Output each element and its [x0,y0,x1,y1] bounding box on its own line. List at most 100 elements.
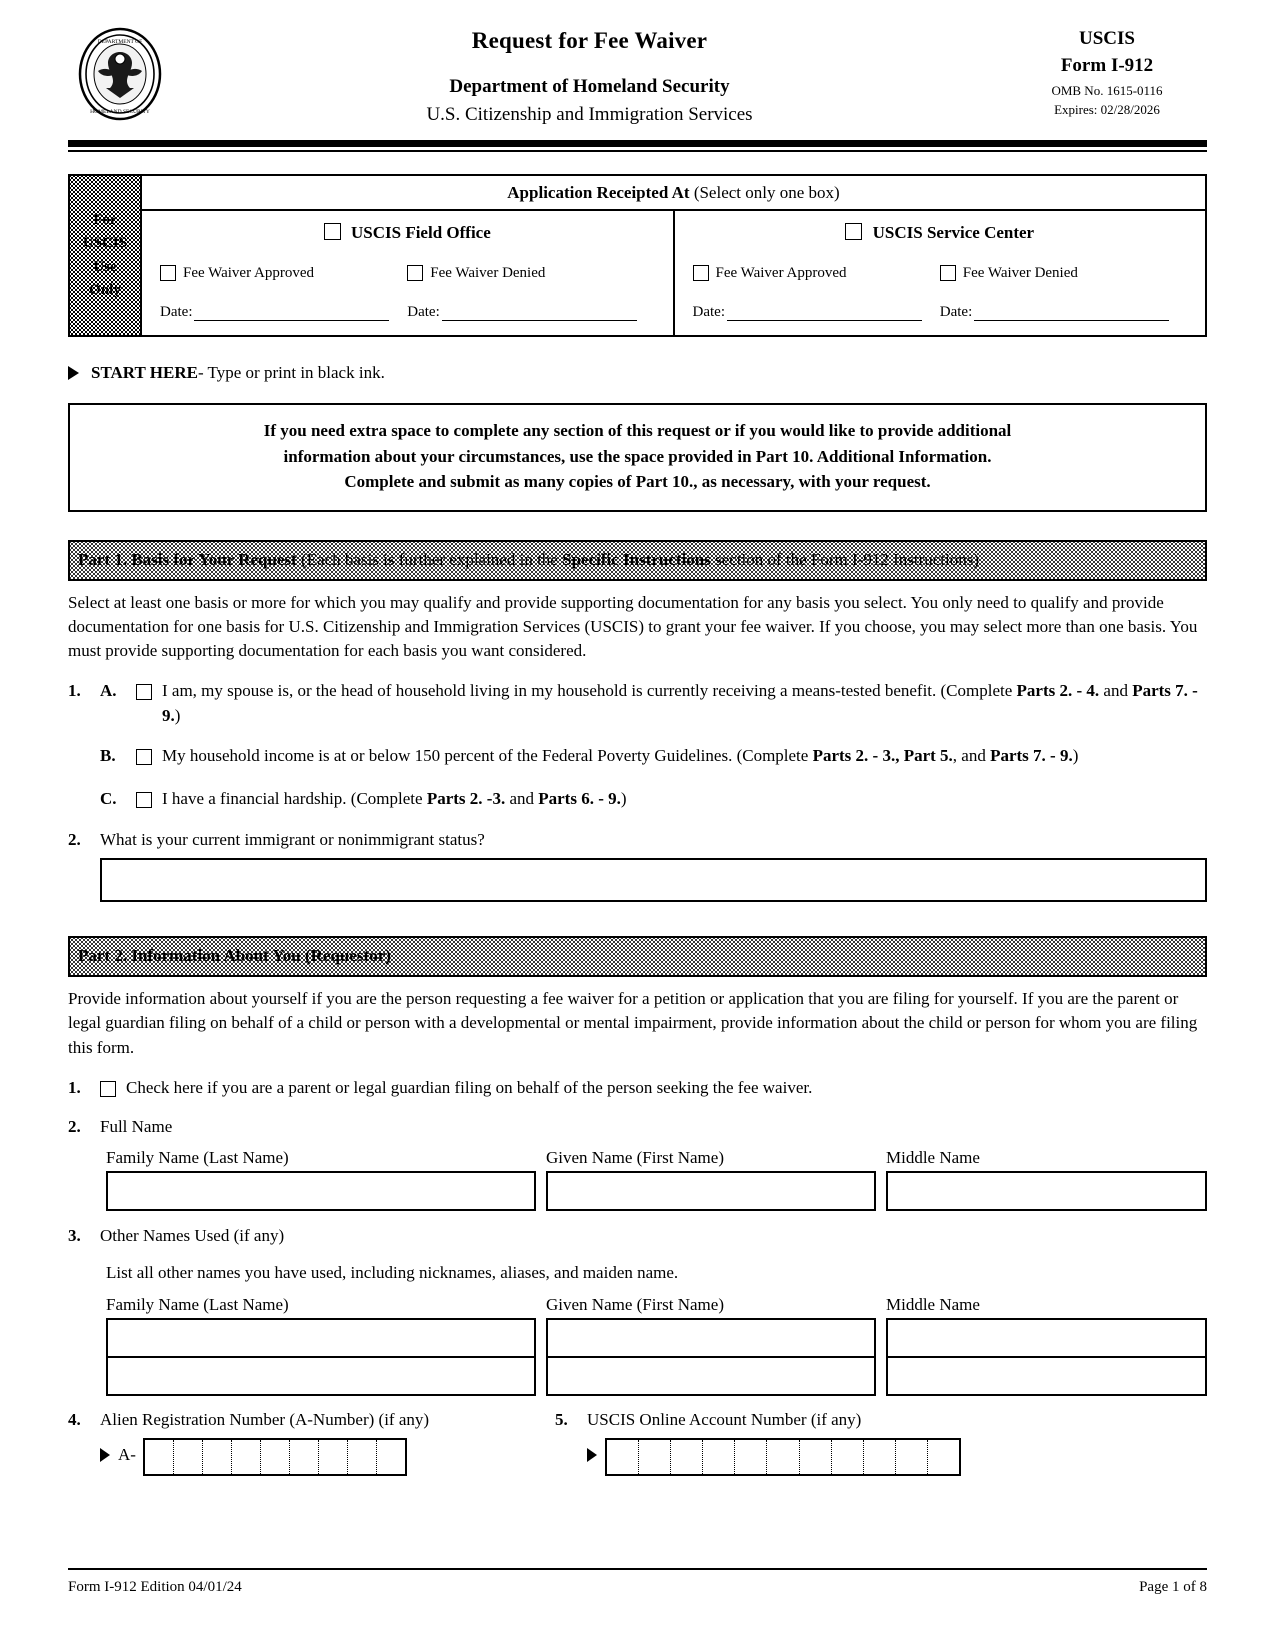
part1-intro: Select at least one basis or more for wh… [68,592,1198,660]
online-account-label: USCIS Online Account Number (if any) [587,1409,862,1429]
a-number-entry: A- [100,1434,555,1476]
triangle-pointer-icon [587,1447,597,1462]
part1-item-1c: C. I have a financial hardship. (Complet… [68,787,1207,814]
digit-cell[interactable] [800,1439,832,1474]
other-given-name-input-row1[interactable] [546,1317,876,1357]
a-prefix-label: A- [118,1444,136,1464]
form-page: DEPARTMENT OF HOMELAND SECURITY Request … [0,0,1275,1650]
digit-cell[interactable] [607,1439,640,1474]
field-office-approved-checkbox[interactable] [160,265,176,281]
part2-item1-checkbox-wrap[interactable] [100,1076,126,1103]
date-input-line[interactable] [194,306,390,321]
part1-item1c-checkbox[interactable] [136,791,152,808]
extra-space-notice: If you need extra space to complete any … [68,403,1207,512]
part1-item1b-checkbox-wrap[interactable] [136,744,162,771]
form-title: Request for Fee Waiver [471,28,708,53]
online-account-input[interactable] [605,1437,961,1476]
digit-cell[interactable] [671,1439,704,1474]
digit-cell[interactable] [319,1439,348,1474]
digit-cell[interactable] [174,1439,203,1474]
field-office-approved-date[interactable]: Date: [160,304,407,321]
part1-item1b-checkbox[interactable] [136,749,152,766]
family-name-label: Family Name (Last Name) [106,1147,289,1167]
service-center-approved-option[interactable]: Fee Waiver Approved [692,265,940,282]
date-input-line[interactable] [726,306,922,321]
service-center-approved-checkbox[interactable] [692,265,709,281]
agency-name: Department of Homeland Security [449,76,730,97]
field-office-approved-option[interactable]: Fee Waiver Approved [160,265,407,282]
notice-line-3: Complete and submit as many copies of Pa… [344,472,931,491]
part2-item3-number: 3. [68,1225,81,1245]
field-office-checkbox[interactable] [323,223,341,240]
field-office-denied-checkbox[interactable] [407,265,424,281]
digit-cell[interactable] [703,1439,736,1474]
part1-subtitle-b: section of the Form I-912 Instructions) [710,549,980,569]
date-label: Date: [160,304,193,320]
svg-text:DEPARTMENT OF: DEPARTMENT OF [98,39,142,45]
t: My household income is at or below 150 p… [162,746,813,766]
date-input-line[interactable] [441,306,637,321]
service-center-checkbox[interactable] [845,223,863,240]
digit-cell[interactable] [261,1439,290,1474]
middle-name-input[interactable] [886,1170,1207,1211]
part2-item2-number: 2. [68,1117,81,1137]
service-center-column: USCIS Service Center Fee Waiver Approved… [675,211,1206,335]
digit-cell[interactable] [896,1439,928,1474]
digit-cell[interactable] [735,1439,768,1474]
expiration-date: Expires: 02/28/2026 [1054,102,1160,117]
field-office-denied-option[interactable]: Fee Waiver Denied [407,265,654,282]
other-middle-name-input-row2[interactable] [886,1356,1207,1396]
a-number-input[interactable] [142,1437,407,1476]
part1-item1a-checkbox[interactable] [136,684,152,700]
subagency-name: U.S. Citizenship and Immigration Service… [426,104,753,125]
digit-cell[interactable] [290,1439,319,1474]
digit-cell[interactable] [832,1439,864,1474]
date-label: Date: [939,304,973,320]
other-middle-col: Middle Name [886,1295,1207,1396]
full-name-family-col: Family Name (Last Name) [106,1148,536,1211]
tl: ) [1072,746,1079,766]
service-center-approved-date[interactable]: Date: [693,304,940,321]
digit-cell[interactable] [864,1439,896,1474]
digit-cell[interactable] [767,1439,800,1474]
other-given-col: Given Name (First Name) [546,1295,876,1396]
immigration-status-input[interactable] [100,858,1207,903]
service-center-denied-date[interactable]: Date: [940,304,1187,321]
part1-item1-number: 1. [68,681,81,700]
field-office-heading: USCIS Field Office [142,223,673,243]
part2-title: Part 2. Information About You (Requestor… [78,946,391,966]
digit-cell[interactable] [203,1439,232,1474]
part1-item1c-checkbox-wrap[interactable] [136,787,162,814]
b1: Parts 2. - 4. [1016,681,1100,700]
family-name-input[interactable] [106,1170,536,1211]
digit-cell[interactable] [639,1439,672,1474]
part1-item1a-checkbox-wrap[interactable] [136,679,162,728]
service-center-denied-option[interactable]: Fee Waiver Denied [939,265,1187,282]
digit-cell[interactable] [377,1440,405,1474]
use-line-2: USCIS [82,235,128,252]
page-footer: Form I-912 Edition 04/01/24 Page 1 of 8 [68,1568,1207,1596]
m1: and [1099,681,1133,700]
header-right: USCIS Form I-912 OMB No. 1615-0116 Expir… [1007,22,1207,118]
given-name-input[interactable] [546,1170,876,1211]
field-office-denied-label: Fee Waiver Denied [430,265,546,281]
service-center-dates: Date: Date: [675,304,1206,321]
parent-guardian-checkbox[interactable] [100,1080,116,1097]
uscis-use-only-box: For USCIS Use Only Application Receipted… [68,174,1207,337]
digit-cell[interactable] [348,1439,377,1474]
service-center-denied-checkbox[interactable] [939,265,956,281]
field-office-denied-date[interactable]: Date: [407,304,654,321]
other-family-name-input-row2[interactable] [106,1356,536,1396]
digit-cell[interactable] [145,1439,174,1474]
digit-cell[interactable] [928,1440,959,1474]
start-here: START HERE - Type or print in black ink. [68,363,1207,383]
other-given-name-input-row2[interactable] [546,1356,876,1396]
m1: and [505,788,539,808]
digit-cell[interactable] [232,1439,261,1474]
other-family-name-input-row1[interactable] [106,1317,536,1357]
notice-line-2: information about your circumstances, us… [283,446,992,466]
other-middle-name-input-row1[interactable] [886,1317,1207,1357]
date-input-line[interactable] [974,306,1169,321]
service-center-heading: USCIS Service Center [675,223,1206,243]
tl: ) [174,705,181,725]
